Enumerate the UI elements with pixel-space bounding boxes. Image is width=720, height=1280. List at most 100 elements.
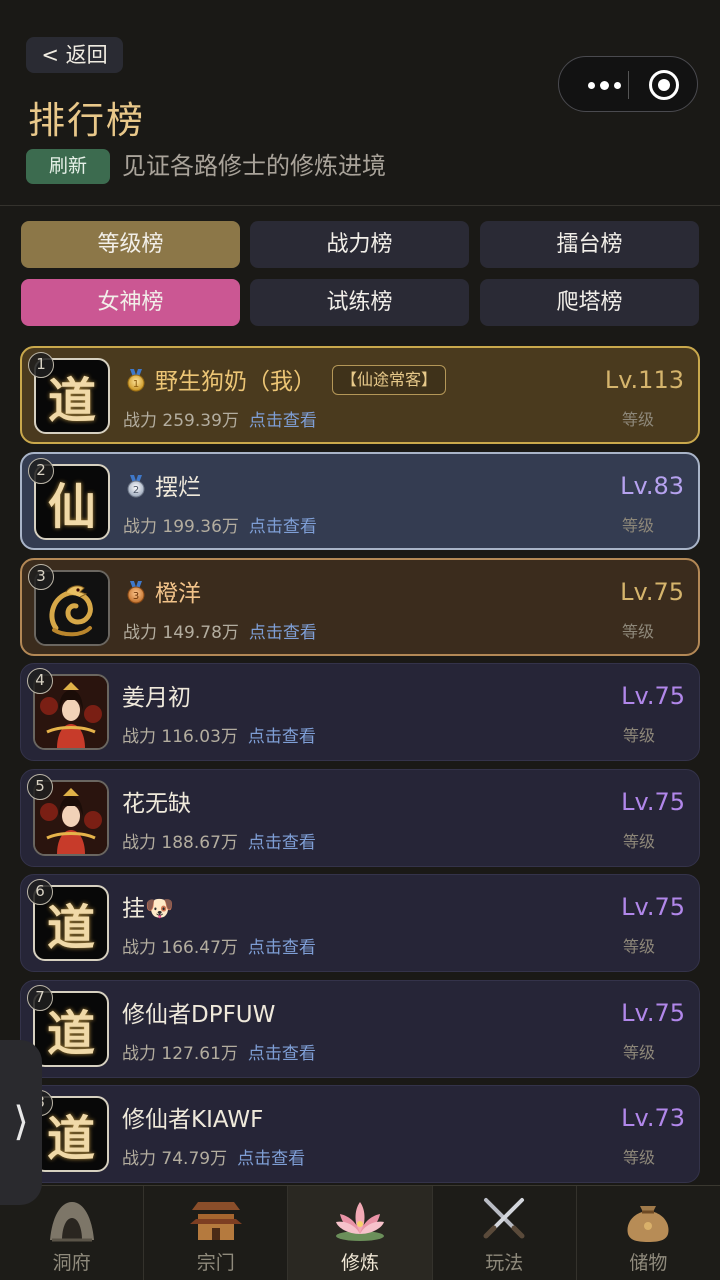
- pouch-icon: [627, 1206, 669, 1242]
- rank-number: 1: [28, 352, 54, 378]
- dao-glyph-icon: 道: [46, 1006, 95, 1062]
- player-name: 挂🐶: [122, 896, 174, 922]
- view-details-link[interactable]: 点击查看: [248, 727, 316, 747]
- level-label: 等级: [622, 1043, 655, 1062]
- rank-number: 2: [28, 458, 54, 484]
- xian-glyph-icon: 仙: [47, 479, 96, 535]
- svg-text:2: 2: [133, 485, 139, 496]
- power-prefix: 战力: [122, 1149, 156, 1169]
- temple-icon: [189, 1202, 242, 1240]
- level-label: 等级: [621, 622, 654, 641]
- view-details-link[interactable]: 点击查看: [249, 623, 317, 643]
- power-prefix: 战力: [122, 1044, 156, 1064]
- player-name: 花无缺: [122, 791, 191, 817]
- tab-trial-rank[interactable]: 试练榜: [250, 279, 469, 326]
- nav-item-gameplay[interactable]: 玩法: [433, 1186, 577, 1280]
- level-label: 等级: [621, 516, 654, 535]
- level-label: 等级: [622, 1148, 655, 1167]
- power-line: 战力 74.79万 点击查看: [122, 1144, 305, 1169]
- power-line: 战力 259.39万 点击查看: [123, 406, 317, 431]
- rank-entry-7[interactable]: 7 道 修仙者DPFUW 战力 127.61万 点击查看 Lv.75 等级: [20, 980, 700, 1078]
- power-line: 战力 188.67万 点击查看: [122, 828, 316, 853]
- view-details-link[interactable]: 点击查看: [249, 517, 317, 537]
- level-label: 等级: [621, 410, 654, 429]
- refresh-button[interactable]: 刷新: [26, 149, 110, 184]
- capsule-divider: [628, 71, 629, 99]
- page-title: 排行榜: [28, 99, 145, 142]
- dao-glyph-icon: 道: [46, 1111, 95, 1167]
- power-value: 199.36万: [162, 517, 239, 537]
- cave-icon: [49, 1202, 94, 1242]
- title-badge: 【仙途常客】: [332, 365, 447, 395]
- tab-power-rank[interactable]: 战力榜: [250, 221, 469, 268]
- power-prefix: 战力: [122, 938, 156, 958]
- power-prefix: 战力: [122, 727, 156, 747]
- rank-entry-3[interactable]: 3 3 橙洋 战力 149.78万 点击查看 Lv.75 等级: [20, 558, 700, 656]
- rank-number: 5: [27, 774, 53, 800]
- rank-number: 7: [27, 985, 53, 1011]
- view-details-link[interactable]: 点击查看: [248, 938, 316, 958]
- level-value: Lv.83: [620, 472, 684, 500]
- power-line: 战力 127.61万 点击查看: [122, 1039, 316, 1064]
- tab-tower-rank[interactable]: 爬塔榜: [480, 279, 699, 326]
- tab-goddess-rank[interactable]: 女神榜: [21, 279, 240, 326]
- rank-entry-6[interactable]: 6 道 挂🐶 战力 166.47万 点击查看 Lv.75 等级: [20, 874, 700, 972]
- power-line: 战力 116.03万 点击查看: [122, 722, 316, 747]
- more-icon[interactable]: [579, 57, 629, 113]
- power-value: 74.79万: [161, 1149, 228, 1169]
- rank-number: 4: [27, 668, 53, 694]
- power-line: 战力 149.78万 点击查看: [123, 618, 317, 643]
- dao-glyph-icon: 道: [46, 900, 95, 956]
- view-details-link[interactable]: 点击查看: [249, 411, 317, 431]
- tab-arena-rank[interactable]: 擂台榜: [480, 221, 699, 268]
- power-value: 116.03万: [161, 727, 238, 747]
- nav-item-storage[interactable]: 储物: [577, 1186, 720, 1280]
- back-button[interactable]: < 返回: [26, 37, 123, 73]
- rank-entry-2[interactable]: 2 仙 2 摆烂 战力 199.36万 点击查看 Lv.83 等级: [20, 452, 700, 550]
- view-details-link[interactable]: 点击查看: [248, 1044, 316, 1064]
- crossed-swords-icon: [483, 1198, 525, 1239]
- nav-label: 洞府: [52, 1252, 91, 1274]
- power-value: 259.39万: [162, 411, 239, 431]
- tab-level-rank[interactable]: 等级榜: [21, 221, 240, 268]
- level-value: Lv.75: [621, 999, 685, 1027]
- svg-text:1: 1: [133, 379, 139, 390]
- lotus-icon: [336, 1202, 384, 1241]
- dao-glyph-icon: 道: [47, 373, 96, 429]
- player-name: 摆烂: [155, 475, 201, 501]
- power-value: 149.78万: [162, 623, 239, 643]
- bottom-navigation: 洞府 宗门 修炼 玩法 储物: [0, 1185, 720, 1280]
- nav-item-cultivate[interactable]: 修炼: [288, 1186, 433, 1280]
- power-prefix: 战力: [122, 833, 156, 853]
- power-line: 战力 199.36万 点击查看: [123, 512, 317, 537]
- level-value: Lv.75: [620, 578, 684, 606]
- side-drawer-handle[interactable]: ⟩: [0, 1040, 42, 1205]
- level-value: Lv.75: [621, 788, 685, 816]
- rank-entry-4[interactable]: 4 姜月初 战力 116.03万 点击查看 Lv.75 等级: [20, 663, 700, 761]
- close-target-icon[interactable]: [649, 70, 679, 100]
- nav-item-sect[interactable]: 宗门: [144, 1186, 289, 1280]
- mini-program-capsule: [558, 56, 698, 112]
- rank-entry-5[interactable]: 5 花无缺 战力 188.67万 点击查看 Lv.75 等级: [20, 769, 700, 867]
- player-name: 姜月初: [122, 685, 191, 711]
- level-value: Lv.75: [621, 682, 685, 710]
- player-name: 修仙者KIAWF: [122, 1107, 264, 1133]
- power-line: 战力 166.47万 点击查看: [122, 933, 316, 958]
- rank-entry-1[interactable]: 1 道 1 野生狗奶（我） 【仙途常客】 战力 259.39万 点击查看 Lv.1…: [20, 346, 700, 444]
- bronze-medal-icon: 3: [127, 581, 145, 604]
- level-value: Lv.73: [621, 1104, 685, 1132]
- player-name: 修仙者DPFUW: [122, 1002, 276, 1028]
- level-value: Lv.113: [604, 366, 684, 394]
- rank-number: 3: [28, 564, 54, 590]
- power-value: 188.67万: [161, 833, 238, 853]
- player-name: 橙洋: [155, 581, 201, 607]
- level-label: 等级: [622, 726, 655, 745]
- silver-medal-icon: 2: [127, 475, 145, 498]
- level-value: Lv.75: [621, 893, 685, 921]
- view-details-link[interactable]: 点击查看: [237, 1149, 305, 1169]
- nav-label: 玩法: [485, 1252, 524, 1274]
- rank-entry-8[interactable]: 8 道 修仙者KIAWF 战力 74.79万点击查看 Lv.73 等级: [20, 1085, 700, 1183]
- view-details-link[interactable]: 点击查看: [248, 833, 316, 853]
- power-prefix: 战力: [123, 411, 157, 431]
- header-divider: [0, 205, 720, 206]
